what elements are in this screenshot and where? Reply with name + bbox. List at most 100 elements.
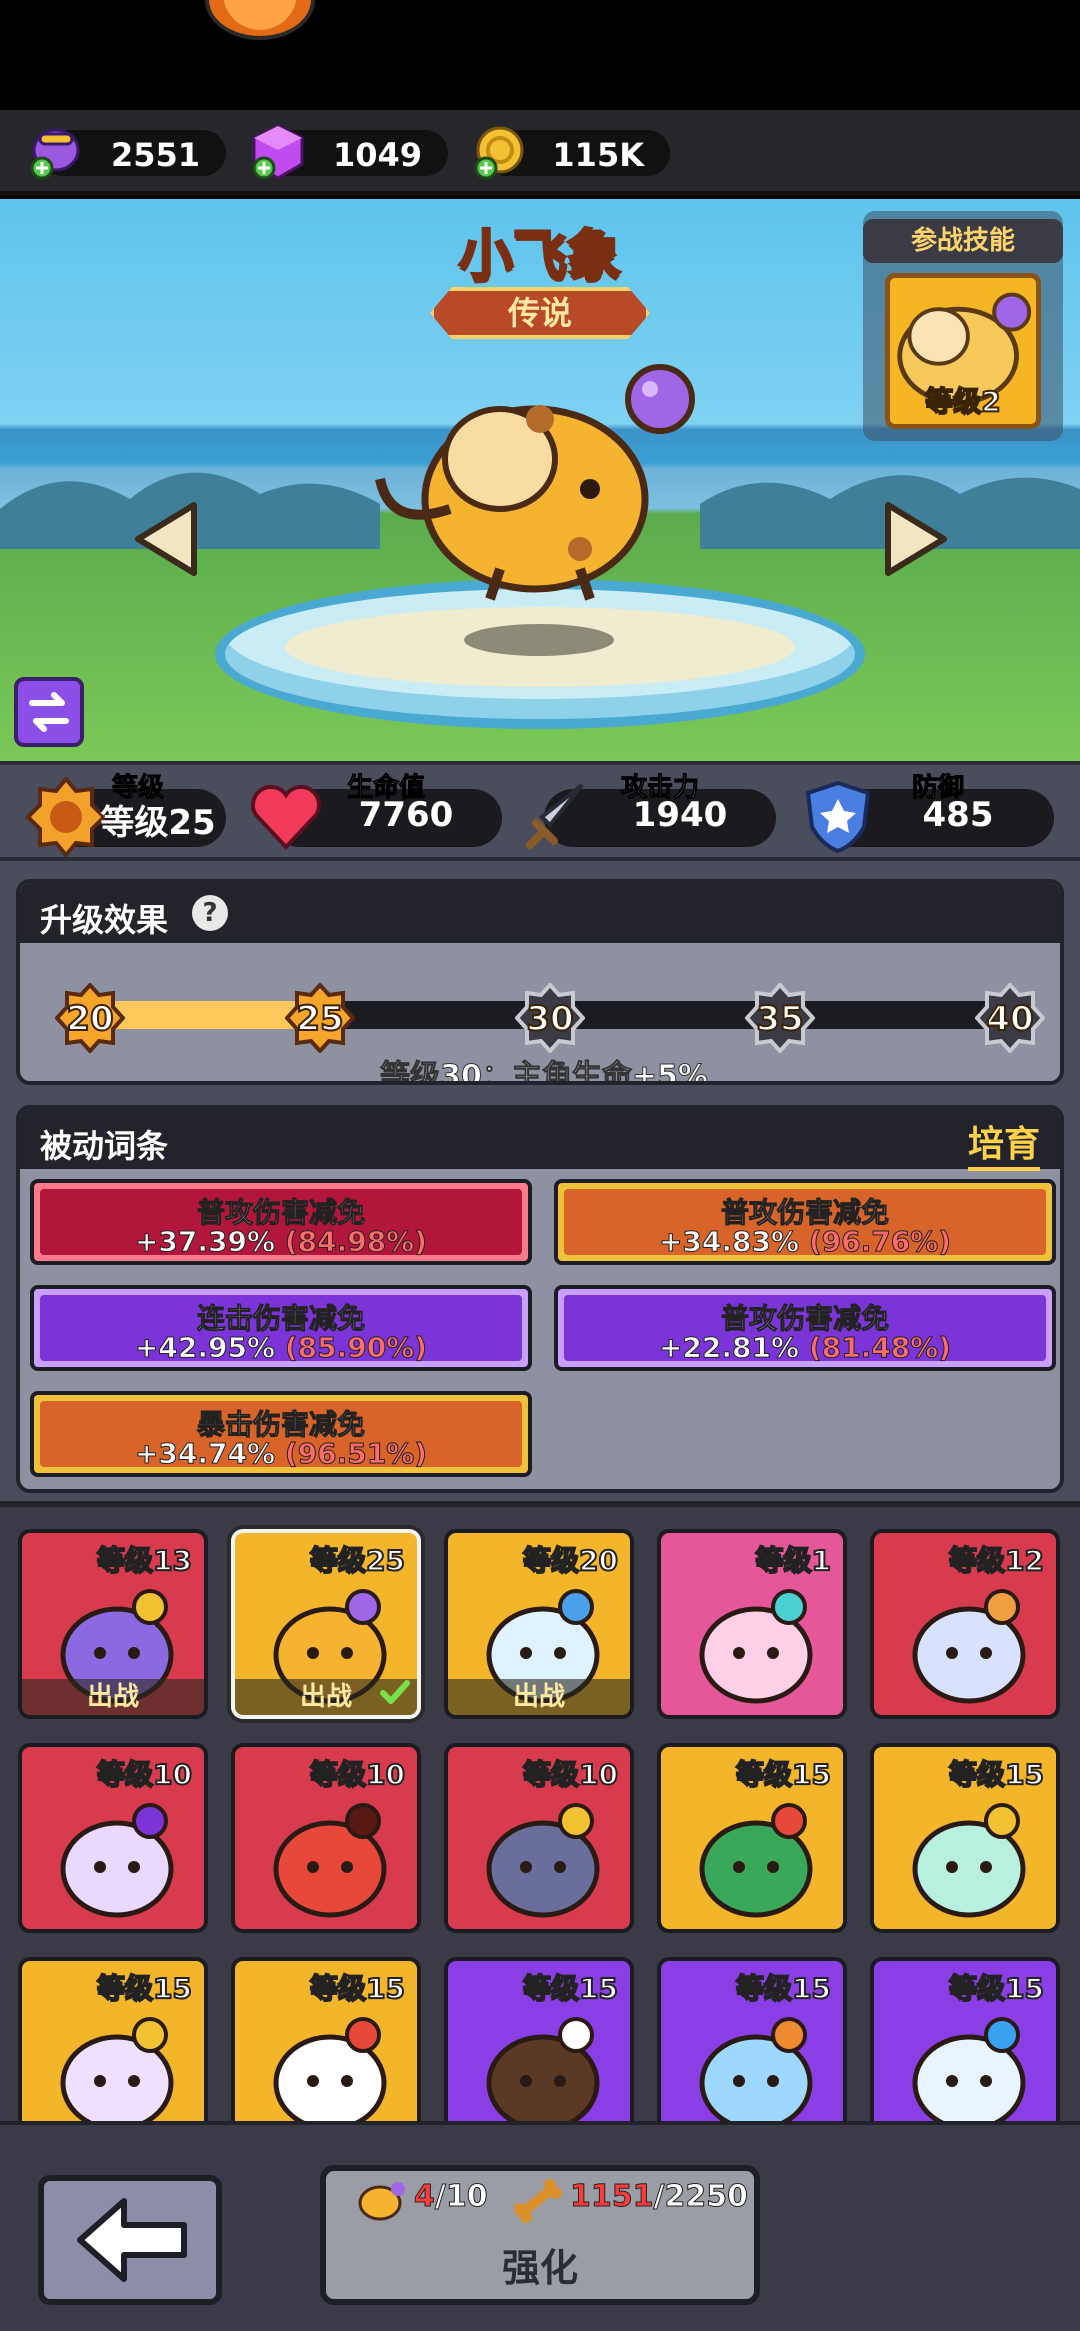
pet-card-blue-mushroom[interactable]: 等级15 xyxy=(870,1957,1060,2121)
bone-current: 1151 xyxy=(570,2179,654,2215)
checkmark-icon xyxy=(380,1680,410,1704)
pet-level: 等级10 xyxy=(309,1757,406,1792)
battle-skill-panel: 参战技能 等级2 xyxy=(863,211,1063,441)
shard-cost: 4/10 xyxy=(414,2179,489,2215)
previous-hero-arrow-icon[interactable] xyxy=(132,499,202,579)
pet-card-purple-king-blob[interactable]: 等级13 出战 xyxy=(18,1529,208,1719)
battle-skill-level: 等级2 xyxy=(924,384,1001,419)
passive-trait[interactable]: 连击伤害减免 +42.95% (85.90%) xyxy=(30,1285,532,1371)
pet-card-purple-fox[interactable]: 等级10 xyxy=(18,1743,208,1933)
passive-traits-title: 被动词条 xyxy=(40,1127,169,1165)
stat-attack: 攻击力 1940 xyxy=(526,773,776,849)
pet-level: 等级13 xyxy=(96,1543,193,1578)
purple-gem-icon xyxy=(252,124,304,180)
pet-level: 等级12 xyxy=(948,1543,1045,1578)
upgrade-label: 强化 xyxy=(501,2246,578,2290)
red-fox-icon xyxy=(273,2017,387,2121)
help-icon[interactable]: ? xyxy=(192,895,228,931)
pet-level: 等级10 xyxy=(96,1757,193,1792)
resource-potion[interactable]: 2551 xyxy=(30,128,226,180)
profile-avatar[interactable] xyxy=(205,0,315,40)
milestone-label: 25 xyxy=(295,998,344,1040)
blue-mushroom-icon xyxy=(912,2017,1026,2121)
deployed-label: 出战 xyxy=(512,1682,565,1712)
trait-current: +22.81% xyxy=(658,1331,800,1365)
pet-card-red-fox[interactable]: 等级15 xyxy=(231,1957,421,2121)
stat-defense-value: 485 xyxy=(922,795,994,835)
battle-skill-card[interactable]: 等级2 xyxy=(885,273,1041,429)
pet-card-yellow-elephant[interactable]: 等级25 出战 xyxy=(231,1529,421,1719)
pet-level: 等级20 xyxy=(522,1543,619,1578)
purple-potion-icon xyxy=(30,128,80,180)
milestone-node-30: 30 xyxy=(515,983,585,1053)
deployed-tag: 出战 xyxy=(22,1679,204,1715)
swap-button[interactable] xyxy=(14,677,84,747)
resource-coin[interactable]: 115K xyxy=(474,126,670,180)
pet-card-eagle[interactable]: 等级15 xyxy=(444,1957,634,2121)
passive-traits-panel: 被动词条 培育 普攻伤害减免 +37.39% (84.98%) 普攻伤害减免 +34.… xyxy=(16,1105,1064,1493)
upgrade-button[interactable]: 4/10 1151/2250 强化 xyxy=(320,2165,760,2305)
coin-count: 115K xyxy=(552,136,644,174)
milestone-node-20: 20 xyxy=(55,983,125,1053)
pet-card-unicorn-slime[interactable]: 等级12 xyxy=(870,1529,1060,1719)
passive-trait[interactable]: 普攻伤害减免 +37.39% (84.98%) xyxy=(30,1179,532,1265)
milestone-node-25: 25 xyxy=(285,983,355,1053)
pet-card-turban-cat[interactable]: 等级15 xyxy=(18,1957,208,2121)
trait-max: (85.90%) xyxy=(284,1331,428,1365)
trait-max: (81.48%) xyxy=(808,1331,952,1365)
turban-cat-icon xyxy=(60,2017,174,2121)
next-milestone-bonus: 等级30：主角生命+5% xyxy=(380,1059,709,1085)
next-hero-arrow-icon[interactable] xyxy=(880,499,950,579)
hero-stage: 小飞象 传说 参战技能 等级2 xyxy=(0,199,1080,761)
milestone-label: 30 xyxy=(525,998,574,1040)
deployed-tag: 出战 xyxy=(448,1679,630,1715)
deployed-label: 出战 xyxy=(86,1682,139,1712)
milestone-label: 40 xyxy=(985,998,1034,1040)
trait-current: +34.83% xyxy=(658,1225,800,1259)
pet-card-pink-axolotl[interactable]: 等级1 xyxy=(657,1529,847,1719)
deployed-label: 出战 xyxy=(299,1682,352,1712)
passive-trait[interactable]: 暴击伤害减免 +34.74% (96.51%) xyxy=(30,1391,532,1477)
upgrade-effect-panel: 升级效果 ? 20 25 30 35 40 等级30：主角生命+5% xyxy=(16,879,1064,1085)
passive-trait[interactable]: 普攻伤害减免 +22.81% (81.48%) xyxy=(554,1285,1056,1371)
status-bar xyxy=(0,0,1080,110)
gold-coin-icon xyxy=(474,126,524,180)
pink-axolotl-icon xyxy=(699,1589,813,1704)
trait-value: +34.83% (96.76%) xyxy=(558,1225,1052,1259)
pet-card-blue-bird[interactable]: 等级20 出战 xyxy=(444,1529,634,1719)
bone-cost: 1151/2250 xyxy=(570,2179,749,2215)
upgrade-cost: 4/10 1151/2250 xyxy=(326,2179,754,2223)
milestone-node-35: 35 xyxy=(745,983,815,1053)
battle-skill-title: 参战技能 xyxy=(863,219,1063,263)
back-button[interactable] xyxy=(38,2175,222,2305)
pet-card-storm-cloud[interactable]: 等级10 xyxy=(444,1743,634,1933)
trait-current: +37.39% xyxy=(134,1225,276,1259)
storm-cloud-icon xyxy=(486,1803,600,1918)
resource-bar: 2551 1049 115K xyxy=(0,110,1080,195)
eagle-icon xyxy=(486,2017,600,2121)
bone-icon xyxy=(514,2179,562,2223)
stat-health-value: 7760 xyxy=(358,795,454,835)
bottom-action-bar: 4/10 1151/2250 强化 xyxy=(0,2121,1080,2331)
trait-max: (96.76%) xyxy=(808,1225,952,1259)
purple-fox-icon xyxy=(60,1803,174,1918)
back-arrow-icon xyxy=(77,2198,187,2282)
elephant-shard-icon xyxy=(358,2182,405,2221)
milestone-node-40: 40 xyxy=(975,983,1045,1053)
elephant-character[interactable] xyxy=(360,349,720,609)
pet-collection-grid: 等级13 出战 等级25 出战 等级20 出战 等级1 等级12 等级10 等级10 等级10 等级1… xyxy=(0,1501,1080,2121)
trait-value: +34.74% (96.51%) xyxy=(34,1437,528,1471)
milestone-label: 35 xyxy=(755,998,804,1040)
milestone-label: 20 xyxy=(65,998,114,1040)
potion-count: 2551 xyxy=(110,136,200,174)
resource-gem[interactable]: 1049 xyxy=(252,124,448,180)
pet-level: 等级15 xyxy=(96,1971,193,2006)
pet-level: 等级1 xyxy=(755,1543,832,1578)
passive-trait[interactable]: 普攻伤害减免 +34.83% (96.76%) xyxy=(554,1179,1056,1265)
cultivate-button[interactable]: 培育 xyxy=(967,1115,1040,1171)
stat-level: 等级 等级25 xyxy=(26,773,226,857)
pet-card-cactus-boxer[interactable]: 等级15 xyxy=(657,1743,847,1933)
pet-card-red-dragon[interactable]: 等级10 xyxy=(231,1743,421,1933)
pet-card-crystal-mushroom[interactable]: 等级15 xyxy=(870,1743,1060,1933)
pet-card-blue-duck[interactable]: 等级15 xyxy=(657,1957,847,2121)
